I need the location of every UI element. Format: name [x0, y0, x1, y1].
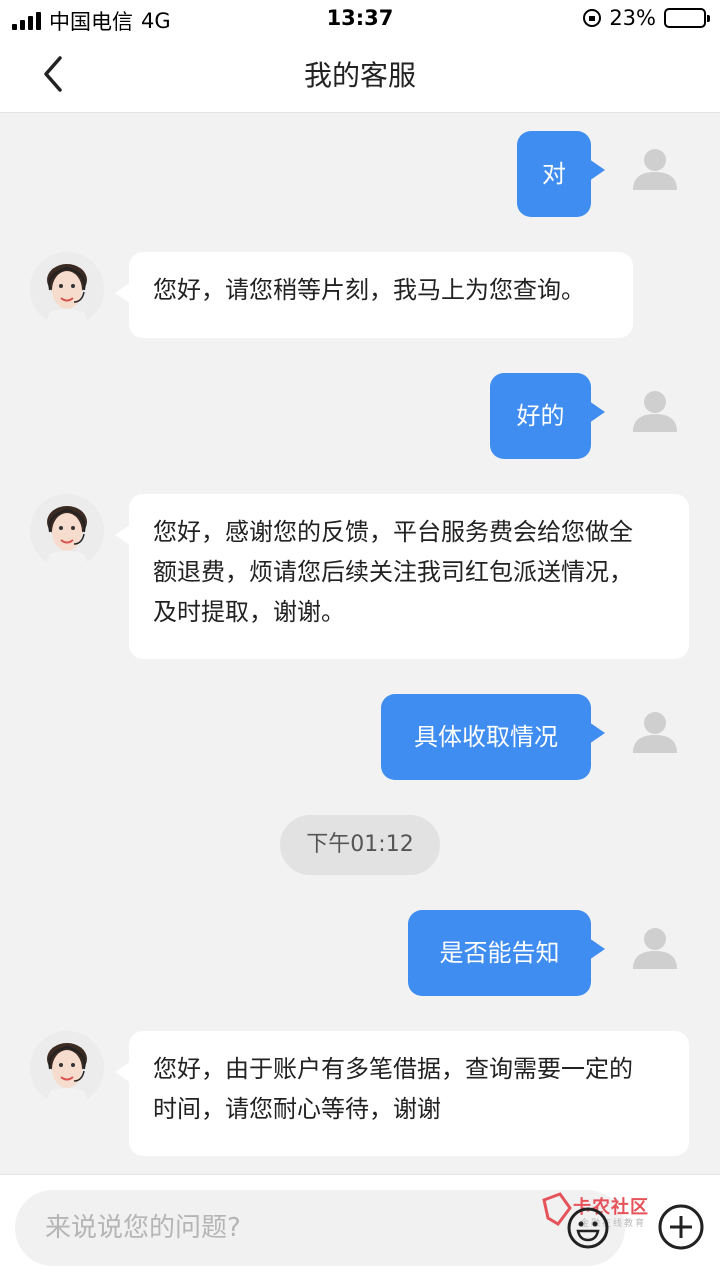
message-line: 时间，请您耐心等待，谢谢	[153, 1095, 441, 1123]
user-avatar-icon	[633, 391, 677, 432]
user-avatar-icon	[633, 928, 677, 969]
emoji-button[interactable]	[566, 1206, 610, 1250]
add-attachment-button[interactable]	[657, 1203, 705, 1251]
plus-circle-icon	[658, 1204, 704, 1250]
message-text: 您好，请您稍等片刻，我马上为您查询。	[153, 276, 585, 304]
message-text: 对	[542, 160, 566, 188]
chat-bubble-user[interactable]: 好的	[490, 373, 605, 459]
chat-bubble-user[interactable]: 具体收取情况	[381, 694, 605, 780]
message-line: 及时提取，谢谢。	[153, 598, 345, 626]
message-line: 额退费，烦请您后续关注我司红包派送情况，	[153, 558, 633, 586]
message-text: 好的	[516, 402, 565, 430]
orientation-lock-icon	[583, 9, 602, 27]
timestamp-badge: 下午01:12	[280, 815, 440, 875]
user-avatar-icon	[633, 149, 677, 190]
page-title: 我的客服	[303, 59, 416, 92]
emoji-icon	[567, 1207, 609, 1249]
chat-bubble-agent[interactable]: 您好，请您稍等片刻，我马上为您查询。	[115, 252, 633, 338]
status-right: 23%	[583, 6, 710, 30]
agent-face-icon	[30, 1031, 104, 1105]
chat-bubble-agent[interactable]: 您好，感谢您的反馈，平台服务费会给您做全 额退费，烦请您后续关注我司红包派送情况…	[115, 494, 689, 659]
battery-icon	[664, 8, 710, 28]
message-line: 您好，感谢您的反馈，平台服务费会给您做全	[153, 518, 633, 546]
message-text: 是否能告知	[439, 939, 560, 967]
message-line: 您好，由于账户有多笔借据，查询需要一定的	[153, 1055, 633, 1083]
message-input[interactable]	[15, 1190, 625, 1266]
chat-bubble-user[interactable]: 对	[517, 131, 605, 217]
chat-bubble-user[interactable]: 是否能告知	[408, 910, 605, 996]
agent-face-icon	[30, 252, 104, 326]
user-avatar-icon	[633, 712, 677, 753]
chat-bubble-agent[interactable]: 您好，由于账户有多笔借据，查询需要一定的 时间，请您耐心等待，谢谢	[115, 1031, 689, 1156]
agent-avatar	[30, 252, 104, 326]
message-text: 具体收取情况	[414, 723, 558, 751]
agent-avatar	[30, 1031, 104, 1105]
status-bar: 中国电信 4G 13:37 23%	[0, 0, 720, 36]
nav-header: 我的客服	[0, 36, 720, 113]
agent-face-icon	[30, 494, 104, 568]
battery-percent: 23%	[609, 6, 656, 30]
agent-avatar	[30, 494, 104, 568]
